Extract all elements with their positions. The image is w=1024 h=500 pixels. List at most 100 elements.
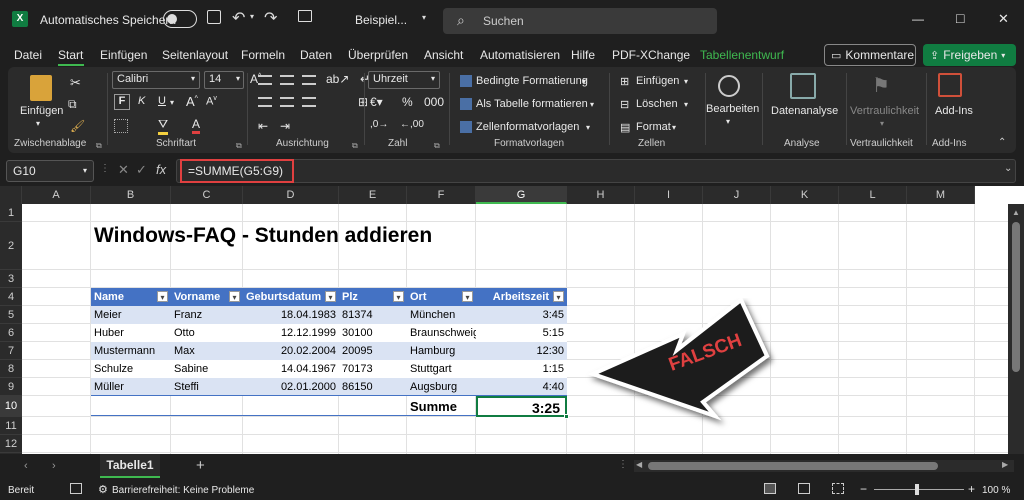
table-cell[interactable]: Steffi	[171, 378, 243, 396]
add-sheet-button[interactable]: +	[196, 457, 205, 474]
addins-icon[interactable]	[938, 73, 962, 97]
row-header-9[interactable]: 9	[0, 378, 22, 396]
next-sheet-icon[interactable]: ›	[52, 460, 56, 472]
horizontal-scroll-thumb[interactable]	[648, 462, 938, 470]
format-as-table-button[interactable]: Als Tabelle formatieren	[476, 98, 588, 110]
format-painter-icon[interactable]: 🖌	[70, 119, 85, 133]
column-header-H[interactable]: H	[567, 186, 635, 204]
cancel-icon[interactable]: ✕	[118, 162, 129, 178]
zoom-out-button[interactable]: −	[860, 482, 867, 496]
addins-button[interactable]: Add-Ins	[935, 105, 973, 117]
chevron-down-icon[interactable]: ▾	[586, 123, 590, 132]
maximize-button[interactable]: □	[956, 10, 964, 26]
menu-daten[interactable]: Daten	[300, 48, 332, 62]
scroll-up-icon[interactable]: ▲	[1012, 208, 1020, 217]
vertical-scrollbar[interactable]: ▲	[1008, 204, 1024, 454]
align-middle-icon[interactable]	[280, 75, 294, 85]
decrease-decimal-icon[interactable]: ←,00	[400, 119, 424, 130]
currency-icon[interactable]: €▾	[370, 95, 383, 109]
edit-button[interactable]: Bearbeiten	[706, 103, 759, 115]
table-cell[interactable]: 3:45	[476, 306, 567, 324]
filter-dropdown-icon[interactable]: ▾	[462, 291, 473, 302]
share-button[interactable]: ⇪ Freigeben ▾	[923, 44, 1016, 66]
table-cell[interactable]: 18.04.1983	[243, 306, 339, 324]
table-cell[interactable]: Hamburg	[407, 342, 476, 360]
zoom-slider-thumb[interactable]	[915, 484, 919, 495]
row-header-10[interactable]: 10	[0, 396, 22, 417]
column-header-C[interactable]: C	[171, 186, 243, 204]
menu-tabellenentwurf[interactable]: Tabellenentwurf	[700, 48, 784, 62]
row-header-3[interactable]: 3	[0, 270, 22, 288]
font-size-combo[interactable]: 14 ▾	[204, 71, 244, 89]
normal-view-icon[interactable]	[764, 483, 776, 494]
clipboard-icon[interactable]	[30, 75, 52, 101]
chevron-down-icon[interactable]: ▾	[250, 12, 254, 21]
save-icon[interactable]	[207, 10, 221, 24]
underline-button[interactable]: U	[158, 95, 166, 107]
minimize-button[interactable]: —	[912, 12, 924, 26]
menu-ansicht[interactable]: Ansicht	[424, 48, 463, 62]
thousands-icon[interactable]: 000	[424, 95, 444, 109]
column-header-E[interactable]: E	[339, 186, 407, 204]
align-left-icon[interactable]	[258, 97, 272, 107]
dialog-launcher-icon[interactable]: ⧉	[434, 141, 440, 151]
cell-styles-icon[interactable]	[460, 121, 472, 133]
shrink-font-icon[interactable]: Av	[206, 95, 217, 108]
column-header-D[interactable]: D	[243, 186, 339, 204]
borders-icon[interactable]	[114, 119, 128, 133]
table-cell[interactable]: München	[407, 306, 476, 324]
table-cell[interactable]: 12:30	[476, 342, 567, 360]
fx-icon[interactable]: fx	[156, 162, 166, 177]
table-cell[interactable]: 1:15	[476, 360, 567, 378]
column-header-M[interactable]: M	[907, 186, 975, 204]
decrease-indent-icon[interactable]: ⇤	[258, 119, 268, 133]
row-header-5[interactable]: 5	[0, 306, 22, 324]
search-box[interactable]: ⌕ Suchen	[443, 8, 717, 34]
filter-dropdown-icon[interactable]: ▾	[393, 291, 404, 302]
delete-cells-icon[interactable]: ⊟	[620, 98, 629, 111]
scroll-thumb[interactable]	[1012, 222, 1020, 372]
menu-hilfe[interactable]: Hilfe	[571, 48, 595, 62]
column-header-G[interactable]: G	[476, 186, 567, 204]
table-cell[interactable]: Augsburg	[407, 378, 476, 396]
table-cell[interactable]: 5:15	[476, 324, 567, 342]
filter-dropdown-icon[interactable]: ▾	[157, 291, 168, 302]
table-cell[interactable]: 70173	[339, 360, 407, 378]
chevron-down-icon[interactable]: ▾	[422, 13, 426, 22]
accessibility-status[interactable]: Barrierefreiheit: Keine Probleme	[112, 485, 254, 496]
table-cell[interactable]: Max	[171, 342, 243, 360]
select-all-corner[interactable]	[0, 186, 22, 204]
menu-seitenlayout[interactable]: Seitenlayout	[162, 48, 228, 62]
menu-automatisieren[interactable]: Automatisieren	[480, 48, 560, 62]
percent-icon[interactable]: %	[402, 95, 413, 109]
table-cell[interactable]: Schulze	[91, 360, 171, 378]
align-top-icon[interactable]	[258, 75, 272, 85]
chevron-down-icon[interactable]: ▾	[672, 123, 676, 132]
paste-button[interactable]: Einfügen	[20, 105, 63, 117]
table-cell[interactable]: Meier	[91, 306, 171, 324]
macro-icon[interactable]	[70, 483, 82, 494]
font-name-combo[interactable]: Calibri ▾	[112, 71, 200, 89]
chevron-down-icon[interactable]: ▾	[684, 77, 688, 86]
chevron-down-icon[interactable]: ▾	[36, 119, 40, 128]
dialog-launcher-icon[interactable]: ⧉	[236, 141, 242, 151]
undo-icon[interactable]: ↶	[232, 8, 245, 28]
table-cell[interactable]: 14.04.1967	[243, 360, 339, 378]
column-header-J[interactable]: J	[703, 186, 771, 204]
row-header-12[interactable]: 12	[0, 435, 22, 453]
format-cells-icon[interactable]: ▤	[620, 121, 630, 134]
increase-decimal-icon[interactable]: ,0→	[370, 119, 388, 130]
autosave-toggle[interactable]	[163, 10, 197, 28]
fill-handle[interactable]	[564, 414, 569, 419]
menu-start[interactable]: Start	[58, 48, 83, 62]
menu-pdf-xchange[interactable]: PDF-XChange	[612, 48, 690, 62]
table-cell[interactable]: 02.01.2000	[243, 378, 339, 396]
scroll-left-icon[interactable]: ◀	[636, 460, 642, 469]
custom-command-icon[interactable]	[298, 10, 312, 22]
table-cell[interactable]: Otto	[171, 324, 243, 342]
cut-icon[interactable]: ✂	[70, 75, 81, 91]
align-bottom-icon[interactable]	[302, 75, 316, 85]
row-header-11[interactable]: 11	[0, 417, 22, 435]
table-cell[interactable]: Müller	[91, 378, 171, 396]
menu-datei[interactable]: Datei	[14, 48, 42, 62]
